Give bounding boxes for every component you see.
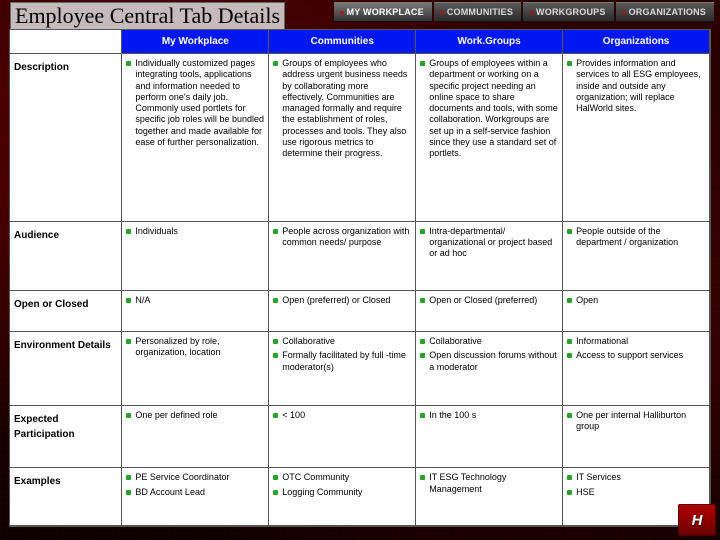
list-item: Open discussion forums without a moderat… bbox=[420, 350, 558, 373]
chevron-icon: » bbox=[440, 7, 443, 17]
list-item: Collaborative bbox=[420, 336, 558, 347]
page-title: Employee Central Tab Details bbox=[10, 2, 285, 31]
table-cell: Groups of employees who address urgent b… bbox=[269, 54, 416, 222]
list-item: In the 100 s bbox=[420, 410, 558, 421]
table-row: Expected Participation One per defined ro… bbox=[10, 405, 710, 468]
table-cell: Provides information and services to all… bbox=[563, 54, 710, 222]
table-cell: Personalized by role, organization, loca… bbox=[122, 332, 269, 406]
table-cell: N/A bbox=[122, 291, 269, 332]
list-item: One per defined role bbox=[126, 410, 264, 421]
chevron-icon: » bbox=[622, 7, 625, 17]
table-row: DescriptionIndividually customized pages… bbox=[10, 54, 710, 222]
table-cell: IT ESG Technology Management bbox=[416, 468, 563, 526]
table-cell: Individually customized pages integratin… bbox=[122, 54, 269, 222]
list-item: Groups of employees within a department … bbox=[420, 58, 558, 159]
row-header: Expected Participation bbox=[10, 405, 122, 468]
table-cell: Individuals bbox=[122, 221, 269, 291]
row-header: Description bbox=[10, 54, 122, 222]
nav-tab-communities[interactable]: »COMMUNITIES bbox=[434, 2, 521, 22]
list-item: IT ESG Technology Management bbox=[420, 472, 558, 495]
table-cell: PE Service Coordinator BD Account Lead bbox=[122, 468, 269, 526]
row-header: Examples bbox=[10, 468, 122, 526]
list-item: Open (preferred) or Closed bbox=[273, 295, 411, 306]
row-header: Environment Details bbox=[10, 332, 122, 406]
comparison-table: My WorkplaceCommunitiesWork.GroupsOrgani… bbox=[10, 30, 710, 526]
table-row: Environment DetailsPersonalized by role,… bbox=[10, 332, 710, 406]
table-cell: < 100 bbox=[269, 405, 416, 468]
list-item: Informational bbox=[567, 336, 705, 347]
row-header: Audience bbox=[10, 221, 122, 291]
list-item: < 100 bbox=[273, 410, 411, 421]
logo: H bbox=[678, 504, 716, 536]
col-header: Work.Groups bbox=[416, 30, 563, 54]
global-nav: »MY WORKPLACE»COMMUNITIES»WORKGROUPS»ORG… bbox=[334, 2, 714, 22]
table-cell: Informational Access to support services bbox=[563, 332, 710, 406]
table-cell: Groups of employees within a department … bbox=[416, 54, 563, 222]
list-item: Personalized by role, organization, loca… bbox=[126, 336, 264, 359]
nav-tab-my-workplace[interactable]: »MY WORKPLACE bbox=[334, 2, 432, 22]
table-cell: One per defined role bbox=[122, 405, 269, 468]
chevron-icon: » bbox=[340, 7, 343, 17]
list-item: Provides information and services to all… bbox=[567, 58, 705, 114]
nav-tab-workgroups[interactable]: »WORKGROUPS bbox=[523, 2, 614, 22]
list-item: People across organization with common n… bbox=[273, 226, 411, 249]
nav-tab-organizations[interactable]: »ORGANIZATIONS bbox=[616, 2, 714, 22]
table-row: Open or Closed N/A Open (preferred) or Clo… bbox=[10, 291, 710, 332]
table-row: Examples PE Service Coordinator BD Account… bbox=[10, 468, 710, 526]
list-item: Individuals bbox=[126, 226, 264, 237]
table-cell: OTC Community Logging Community bbox=[269, 468, 416, 526]
list-item: OTC Community bbox=[273, 472, 411, 483]
list-item: Collaborative bbox=[273, 336, 411, 347]
col-header: Communities bbox=[269, 30, 416, 54]
table-cell: People outside of the department / organ… bbox=[563, 221, 710, 291]
table-corner bbox=[10, 30, 122, 54]
table-header-row: My WorkplaceCommunitiesWork.GroupsOrgani… bbox=[10, 30, 710, 54]
table-cell: Collaborative Open discussion forums with… bbox=[416, 332, 563, 406]
row-header: Open or Closed bbox=[10, 291, 122, 332]
table-cell: Collaborative Formally facilitated by ful… bbox=[269, 332, 416, 406]
chevron-icon: » bbox=[529, 7, 532, 17]
list-item: PE Service Coordinator bbox=[126, 472, 264, 483]
list-item: Logging Community bbox=[273, 487, 411, 498]
list-item: Access to support services bbox=[567, 350, 705, 361]
list-item: Open or Closed (preferred) bbox=[420, 295, 558, 306]
comparison-table-container: My WorkplaceCommunitiesWork.GroupsOrgani… bbox=[10, 30, 710, 526]
list-item: N/A bbox=[126, 295, 264, 306]
table-cell: In the 100 s bbox=[416, 405, 563, 468]
table-cell: People across organization with common n… bbox=[269, 221, 416, 291]
table-cell: Intra-departmental/ organizational or pr… bbox=[416, 221, 563, 291]
list-item: Groups of employees who address urgent b… bbox=[273, 58, 411, 159]
list-item: Formally facilitated by full -time moder… bbox=[273, 350, 411, 373]
table-cell: Open (preferred) or Closed bbox=[269, 291, 416, 332]
list-item: People outside of the department / organ… bbox=[567, 226, 705, 249]
list-item: HSE bbox=[567, 487, 705, 498]
list-item: Intra-departmental/ organizational or pr… bbox=[420, 226, 558, 260]
table-cell: Open bbox=[563, 291, 710, 332]
list-item: BD Account Lead bbox=[126, 487, 264, 498]
list-item: IT Services bbox=[567, 472, 705, 483]
table-cell: Open or Closed (preferred) bbox=[416, 291, 563, 332]
table-row: Audience Individuals People across organiz… bbox=[10, 221, 710, 291]
table-cell: One per internal Halliburton group bbox=[563, 405, 710, 468]
list-item: Individually customized pages integratin… bbox=[126, 58, 264, 148]
list-item: Open bbox=[567, 295, 705, 306]
col-header: My Workplace bbox=[122, 30, 269, 54]
col-header: Organizations bbox=[563, 30, 710, 54]
list-item: One per internal Halliburton group bbox=[567, 410, 705, 433]
